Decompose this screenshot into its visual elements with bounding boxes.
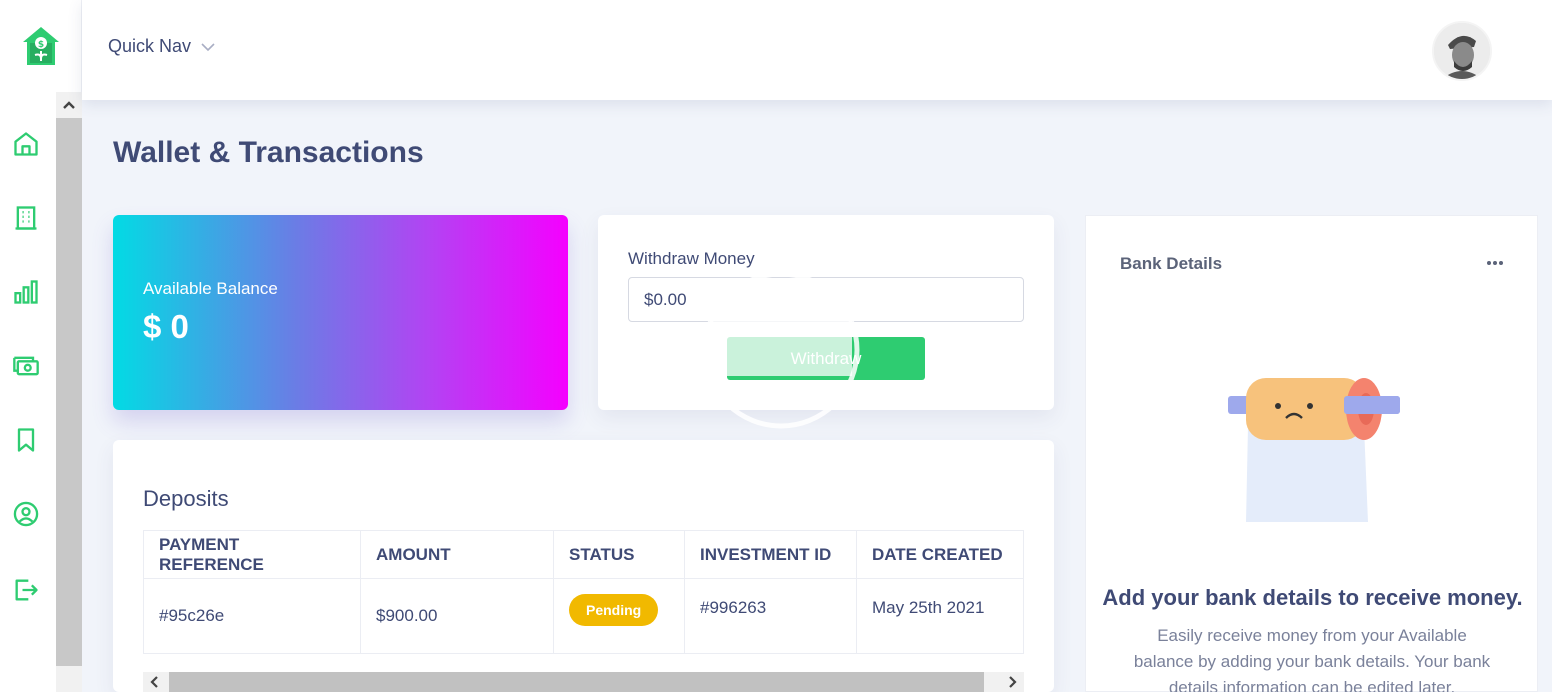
svg-text:$: $ bbox=[37, 40, 43, 50]
column-header-status: STATUS bbox=[553, 530, 685, 579]
quick-nav-label: Quick Nav bbox=[108, 36, 192, 56]
sidebar-item-saved[interactable] bbox=[8, 422, 44, 458]
chevron-up-icon bbox=[63, 101, 75, 109]
withdraw-amount-input[interactable] bbox=[628, 277, 1024, 322]
chevron-down-icon bbox=[201, 42, 215, 51]
logout-icon bbox=[15, 579, 38, 601]
status-badge: Pending bbox=[569, 594, 659, 626]
column-header-investment-id: INVESTMENT ID bbox=[684, 530, 857, 579]
deposits-card: Deposits PAYMENT REFERENCE AMOUNT STATUS… bbox=[113, 440, 1054, 692]
column-header-date-created: DATE CREATED bbox=[856, 530, 1024, 579]
app-logo[interactable]: $ bbox=[0, 0, 82, 92]
user-circle-icon bbox=[13, 501, 39, 527]
withdraw-button[interactable]: Withdraw bbox=[727, 337, 925, 380]
more-horizontal-icon bbox=[1487, 261, 1503, 265]
bar-chart-icon bbox=[14, 280, 38, 304]
table-horizontal-scrollbar[interactable] bbox=[143, 672, 1024, 692]
paper-roll-icon bbox=[1228, 378, 1400, 522]
home-icon bbox=[14, 132, 38, 156]
bank-details-card: Bank Details Add your bank details to re… bbox=[1085, 215, 1538, 692]
sidebar bbox=[0, 92, 56, 692]
sidebar-item-analytics[interactable] bbox=[8, 274, 44, 310]
table-header-row: PAYMENT REFERENCE AMOUNT STATUS INVESTME… bbox=[143, 530, 1024, 579]
table-row: #95c26e $900.00 Pending #996263 May 25th… bbox=[143, 578, 1024, 654]
bank-details-description: Easily receive money from your Available… bbox=[1133, 626, 1491, 692]
user-avatar[interactable] bbox=[1432, 21, 1492, 81]
cell-status: Pending bbox=[553, 578, 685, 654]
bank-details-headline: Add your bank details to receive money. bbox=[1102, 585, 1523, 610]
investment-id-value: #996263 bbox=[700, 598, 767, 617]
bookmark-icon bbox=[17, 428, 35, 452]
cell-amount: $900.00 bbox=[360, 578, 554, 654]
cash-icon bbox=[13, 356, 39, 376]
top-header: Quick Nav bbox=[82, 0, 1552, 100]
sidebar-item-logout[interactable] bbox=[8, 572, 44, 608]
scrollbar-thumb[interactable] bbox=[56, 118, 82, 666]
scroll-right-button[interactable] bbox=[1000, 672, 1024, 692]
chevron-right-icon bbox=[1009, 676, 1017, 688]
deposits-title: Deposits bbox=[143, 486, 229, 511]
horizontal-scrollbar-thumb[interactable] bbox=[169, 672, 984, 692]
amount-value: $900.00 bbox=[376, 606, 438, 625]
payment-reference-value: #95c26e bbox=[159, 606, 225, 625]
available-balance-card: Available Balance $ 0 bbox=[113, 215, 568, 410]
cell-date-created: May 25th 2021 bbox=[856, 578, 1024, 654]
deposits-table: PAYMENT REFERENCE AMOUNT STATUS INVESTME… bbox=[143, 530, 1024, 654]
bank-details-title: Bank Details bbox=[1120, 254, 1223, 273]
scroll-up-button[interactable] bbox=[56, 92, 82, 118]
scroll-left-button[interactable] bbox=[143, 672, 167, 692]
more-options-button[interactable] bbox=[1486, 254, 1504, 272]
empty-paper-roll-illustration bbox=[1226, 376, 1401, 529]
chevron-left-icon bbox=[150, 676, 158, 688]
cell-payment-reference: #95c26e bbox=[143, 578, 361, 654]
column-header-amount: AMOUNT bbox=[360, 530, 554, 579]
page-title: Wallet & Transactions bbox=[113, 136, 424, 169]
sidebar-item-profile[interactable] bbox=[8, 496, 44, 532]
withdraw-label: Withdraw Money bbox=[628, 249, 755, 268]
balance-label: Available Balance bbox=[143, 279, 278, 298]
cell-investment-id: #996263 bbox=[684, 578, 857, 654]
sidebar-item-home[interactable] bbox=[8, 126, 44, 162]
house-money-logo-icon: $ bbox=[22, 27, 59, 65]
building-icon bbox=[15, 206, 37, 230]
date-created-value: May 25th 2021 bbox=[872, 598, 985, 617]
sidebar-item-properties[interactable] bbox=[8, 200, 44, 236]
withdraw-money-card: Withdraw Money Withdraw bbox=[598, 215, 1054, 410]
balance-value: $ 0 bbox=[143, 308, 189, 345]
sidebar-scrollbar[interactable] bbox=[56, 92, 82, 692]
column-header-payment-reference: PAYMENT REFERENCE bbox=[143, 530, 361, 579]
sidebar-item-wallet[interactable] bbox=[8, 348, 44, 384]
quick-nav-dropdown[interactable]: Quick Nav bbox=[108, 36, 215, 57]
avatar-photo-icon bbox=[1434, 23, 1490, 79]
